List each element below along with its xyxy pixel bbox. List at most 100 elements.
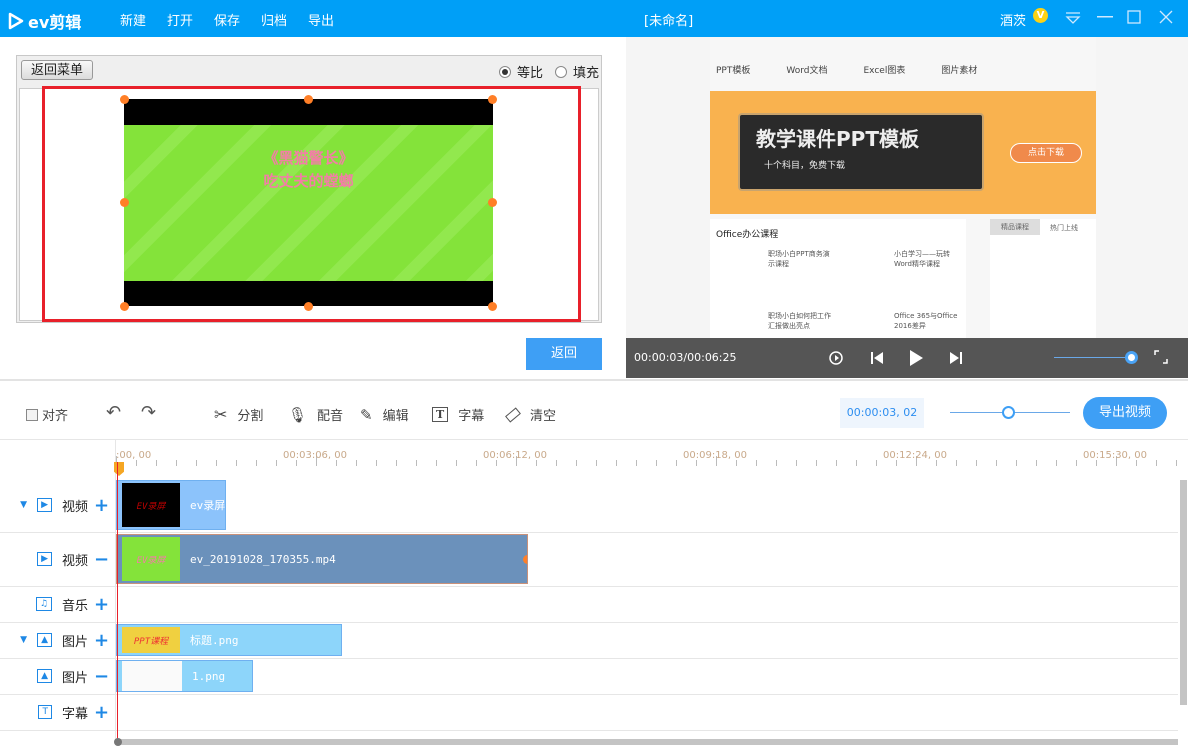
track-header: ▲ 图片 − bbox=[0, 658, 116, 694]
divider bbox=[0, 379, 1188, 381]
replay-icon[interactable] bbox=[828, 350, 844, 366]
ratio-options: 等比 填充 bbox=[499, 62, 599, 81]
expand-arrow-icon[interactable]: ▼ bbox=[20, 500, 27, 510]
add-track-button[interactable]: + bbox=[94, 594, 109, 615]
timeline-clip[interactable]: PPT课程 标题.png bbox=[116, 624, 342, 656]
ruler-tick bbox=[476, 460, 477, 466]
dropdown-menu-icon[interactable] bbox=[1065, 11, 1081, 25]
add-track-button[interactable]: + bbox=[94, 702, 109, 723]
minimize-icon[interactable] bbox=[1097, 16, 1113, 18]
redo-icon[interactable]: ↷ bbox=[141, 402, 156, 423]
add-track-button[interactable]: + bbox=[94, 630, 109, 651]
resize-handle[interactable] bbox=[488, 95, 497, 104]
ruler-tick bbox=[1036, 460, 1037, 466]
track-header: T 字幕 + bbox=[0, 694, 116, 730]
add-track-button[interactable]: + bbox=[94, 495, 109, 516]
resize-handle[interactable] bbox=[488, 302, 497, 311]
ruler-tick bbox=[196, 460, 197, 466]
export-video-button[interactable]: 导出视频 bbox=[1083, 397, 1167, 429]
resize-handle[interactable] bbox=[304, 95, 313, 104]
track-label: 音乐 bbox=[61, 598, 88, 614]
pencil-icon: ✎ bbox=[360, 405, 373, 424]
tab-new: 热门上线 bbox=[1050, 224, 1078, 232]
clear-button[interactable]: 清空 bbox=[505, 405, 556, 424]
maximize-icon[interactable] bbox=[1127, 10, 1141, 24]
menu-export[interactable]: 导出 bbox=[308, 10, 334, 29]
expand-arrow-icon[interactable]: ▼ bbox=[20, 635, 27, 645]
clip-name: 1.png bbox=[192, 669, 226, 683]
timeline-clip[interactable]: EV录屏 ev录屏 bbox=[116, 480, 226, 530]
menu-archive[interactable]: 归档 bbox=[261, 10, 287, 29]
radio-equal-ratio[interactable] bbox=[499, 65, 511, 78]
track-divider bbox=[0, 586, 1178, 587]
back-menu-button[interactable]: 返回菜单 bbox=[21, 60, 93, 80]
nav-excel: Excel图表 bbox=[863, 66, 906, 76]
menu-open[interactable]: 打开 bbox=[167, 10, 193, 29]
app-logo: ev剪辑 bbox=[8, 9, 81, 33]
ruler-tick bbox=[576, 460, 577, 466]
close-icon[interactable] bbox=[1159, 10, 1173, 24]
play-logo-icon bbox=[8, 12, 24, 30]
dub-button[interactable]: 🎙 配音 bbox=[288, 405, 343, 425]
eraser-icon bbox=[505, 406, 521, 423]
menu-save[interactable]: 保存 bbox=[214, 10, 240, 29]
tab-courses: 精品课程 bbox=[990, 219, 1040, 235]
ruler-tick bbox=[1016, 460, 1017, 466]
track-label: 视频 bbox=[61, 499, 88, 515]
video-subtitle-text: 吃丈夫的螳螂 bbox=[263, 172, 354, 190]
undo-icon[interactable]: ↶ bbox=[106, 402, 121, 423]
course-card: 职场小白如何把工作汇报做出亮点 bbox=[768, 312, 831, 330]
split-button[interactable]: ✂ 分割 bbox=[214, 405, 263, 424]
zoom-knob[interactable] bbox=[1002, 406, 1015, 419]
trim-handle[interactable] bbox=[523, 555, 527, 564]
resize-handle[interactable] bbox=[120, 302, 129, 311]
vertical-scrollbar[interactable] bbox=[1180, 480, 1187, 705]
resize-handle[interactable] bbox=[120, 95, 129, 104]
ruler-tick bbox=[376, 460, 377, 466]
previous-icon[interactable] bbox=[870, 350, 884, 366]
timeline-clip[interactable]: EV录屏 ev_20191028_170355.mp4 bbox=[116, 534, 528, 584]
return-button[interactable]: 返回 bbox=[526, 338, 602, 370]
resize-handle[interactable] bbox=[304, 302, 313, 311]
section-title: Office办公课程 bbox=[716, 230, 779, 240]
remove-track-button[interactable]: − bbox=[94, 666, 109, 687]
scroll-handle[interactable] bbox=[114, 738, 122, 746]
time-ruler[interactable]: :00, 00 00:03:06, 00 00:06:12, 00 00:09:18,… bbox=[116, 440, 1178, 478]
course-card: 小白学习——玩转Word精华课程 bbox=[894, 250, 950, 268]
timeline-clip[interactable]: 1.png bbox=[116, 660, 253, 692]
remove-track-button[interactable]: − bbox=[94, 549, 109, 570]
ruler-tick bbox=[216, 460, 217, 466]
next-icon[interactable] bbox=[949, 350, 963, 366]
track-divider bbox=[0, 622, 1178, 623]
fullscreen-icon[interactable] bbox=[1154, 350, 1168, 364]
play-icon[interactable] bbox=[908, 348, 924, 368]
menu-new[interactable]: 新建 bbox=[120, 10, 146, 29]
video-frame[interactable]: 《黑猫警长》 吃丈夫的螳螂 bbox=[120, 95, 497, 311]
web-page-preview: PPT模板 Word文档 Excel图表 图片素材 教学课件PPT模板 十个科目… bbox=[710, 37, 1096, 339]
banner-download-button: 点击下载 bbox=[1010, 143, 1082, 163]
align-checkbox[interactable]: 对齐 bbox=[26, 405, 68, 424]
ruler-tick bbox=[1056, 460, 1057, 466]
track-divider bbox=[0, 532, 1178, 533]
volume-slider[interactable] bbox=[1054, 357, 1132, 358]
resize-handle[interactable] bbox=[488, 198, 497, 207]
ruler-tick bbox=[1076, 460, 1077, 466]
microphone-icon: 🎙 bbox=[288, 405, 308, 424]
resize-handle[interactable] bbox=[120, 198, 129, 207]
current-time: 00:00:03, 02 bbox=[840, 398, 924, 428]
ruler-tick bbox=[656, 460, 657, 466]
volume-knob[interactable] bbox=[1125, 351, 1138, 364]
music-icon: ♫ bbox=[35, 597, 52, 611]
video-icon: ▶ bbox=[37, 498, 52, 512]
ruler-tick bbox=[1156, 460, 1157, 466]
subtitle-button[interactable]: T 字幕 bbox=[432, 405, 484, 424]
nav-ppt: PPT模板 bbox=[716, 66, 751, 76]
clip-thumbnail: PPT课程 bbox=[122, 627, 180, 653]
clip-name: 标题.png bbox=[190, 634, 239, 647]
radio-fill[interactable] bbox=[555, 65, 568, 78]
edit-button[interactable]: ✎ 编辑 bbox=[360, 405, 409, 425]
edit-label: 编辑 bbox=[382, 409, 409, 424]
user-name[interactable]: 酒茨 bbox=[1000, 10, 1026, 29]
horizontal-scrollbar[interactable] bbox=[116, 739, 1178, 745]
radio-label-equal: 等比 bbox=[517, 66, 544, 81]
